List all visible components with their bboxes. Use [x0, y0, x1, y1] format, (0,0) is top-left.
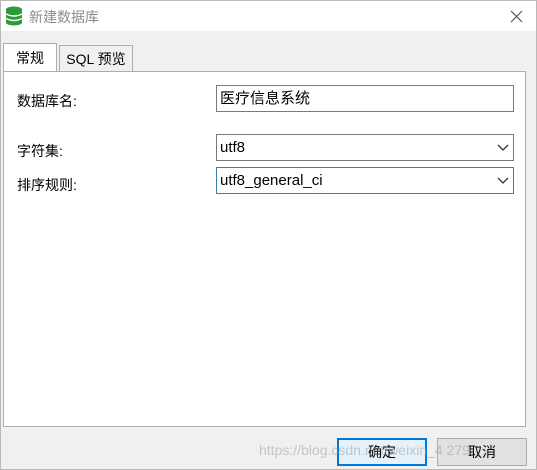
tab-sql-preview-label: SQL 预览	[66, 50, 126, 67]
database-icon	[5, 6, 23, 26]
collation-value: utf8_general_ci	[220, 172, 323, 189]
collation-label: 排序规则:	[17, 177, 77, 193]
cancel-button[interactable]: 取消	[437, 438, 527, 466]
charset-value: utf8	[220, 139, 246, 156]
collation-select[interactable]: utf8_general_ci	[216, 167, 514, 194]
ok-button-label: 确定	[368, 444, 396, 460]
general-panel: 数据库名: 医疗信息系统 字符集: utf8 排序规则: utf8_genera…	[3, 71, 526, 427]
tab-sql-preview[interactable]: SQL 预览	[59, 45, 133, 71]
db-name-input[interactable]: 医疗信息系统	[216, 85, 514, 112]
cancel-button-label: 取消	[468, 444, 496, 460]
chevron-down-icon	[497, 177, 509, 184]
ok-button[interactable]: 确定	[337, 438, 427, 466]
chevron-down-icon	[497, 144, 509, 151]
charset-select[interactable]: utf8	[216, 134, 514, 161]
title-bar[interactable]: 新建数据库	[1, 1, 536, 31]
tab-general[interactable]: 常规	[3, 43, 57, 71]
db-name-value: 医疗信息系统	[220, 90, 311, 107]
charset-label: 字符集:	[17, 143, 63, 159]
window-title: 新建数据库	[29, 9, 99, 25]
close-icon	[510, 10, 522, 22]
tab-general-label: 常规	[16, 49, 44, 66]
close-button[interactable]	[504, 4, 528, 28]
new-database-dialog: 新建数据库 常规 SQL 预览 数据库名: 医疗信息系统 字符集: utf8 排…	[0, 0, 537, 470]
db-name-label: 数据库名:	[17, 93, 77, 109]
